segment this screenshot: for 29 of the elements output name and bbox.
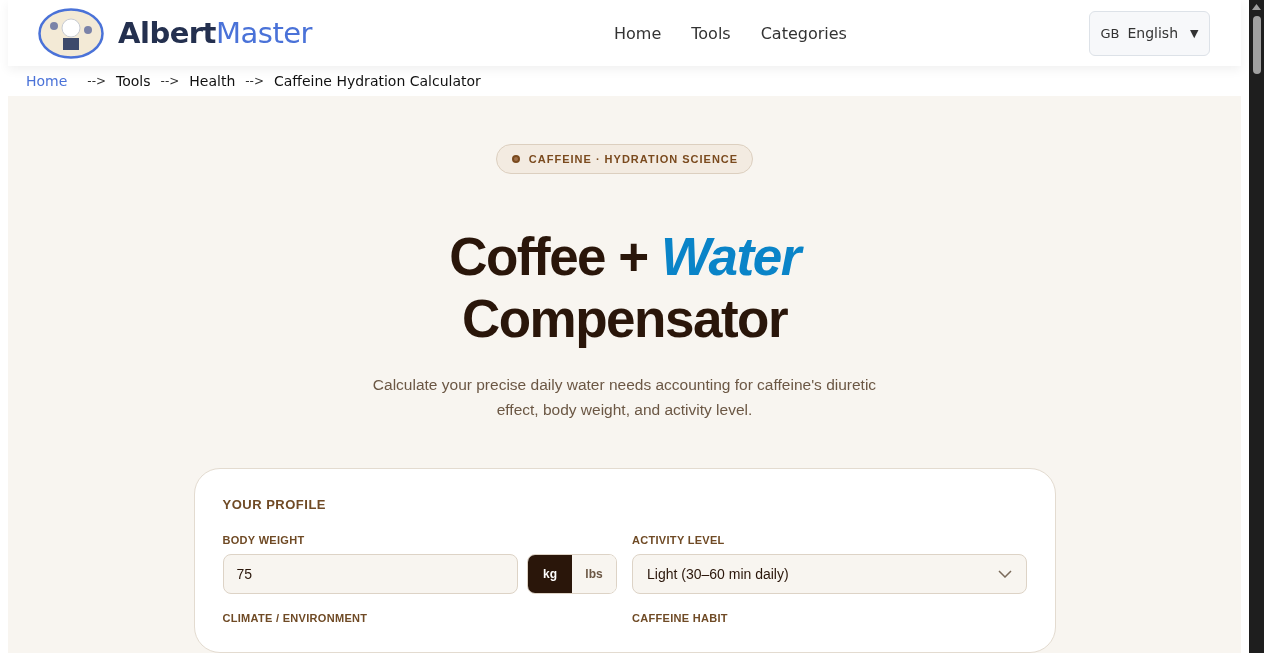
badge-text: CAFFEINE · HYDRATION SCIENCE xyxy=(528,153,739,165)
scrollbar[interactable] xyxy=(1249,0,1264,653)
dot-icon xyxy=(510,154,521,164)
field-label: BODY WEIGHT xyxy=(222,534,306,546)
breadcrumb-separator: --> xyxy=(87,74,107,88)
logo-icon[interactable] xyxy=(38,7,104,59)
field-label: CAFFEINE HABIT xyxy=(632,612,729,624)
card-title: YOUR PROFILE xyxy=(222,497,327,512)
field-label: CLIMATE / ENVIRONMENT xyxy=(222,612,369,624)
breadcrumb-separator: --> xyxy=(245,74,264,88)
language-selector[interactable]: GB English ▼ xyxy=(1089,10,1210,56)
unit-toggle[interactable]: kg xyxy=(528,555,572,593)
unit-toggle[interactable]: lbs xyxy=(572,555,616,593)
chevron-down-icon xyxy=(997,570,1012,578)
breadcrumb-link[interactable]: Caffeine Hydration Calculator xyxy=(274,73,481,89)
scrollbar-thumb[interactable] xyxy=(1252,16,1261,74)
subtitle: Calculate your precise daily water needs accounting for caffeine's diuretic effect, body weight, and activity level. xyxy=(371,375,878,420)
breadcrumb-separator: --> xyxy=(160,74,180,88)
nav-link[interactable]: Home xyxy=(614,23,662,43)
weight-input[interactable]: 75 xyxy=(222,554,518,594)
brand-name[interactable]: AlbertMaster xyxy=(118,16,313,50)
nav-link[interactable]: Tools xyxy=(691,23,731,43)
breadcrumb-link[interactable]: Home xyxy=(26,73,68,89)
field-label: ACTIVITY LEVEL xyxy=(632,534,726,546)
breadcrumb-link[interactable]: Health xyxy=(189,73,236,89)
activity-select[interactable]: Light (30–60 min daily) xyxy=(632,554,1027,594)
scroll-up-arrow-icon[interactable] xyxy=(1252,4,1261,10)
breadcrumb-link[interactable]: Tools xyxy=(116,73,151,89)
nav-link[interactable]: Categories xyxy=(760,23,847,43)
